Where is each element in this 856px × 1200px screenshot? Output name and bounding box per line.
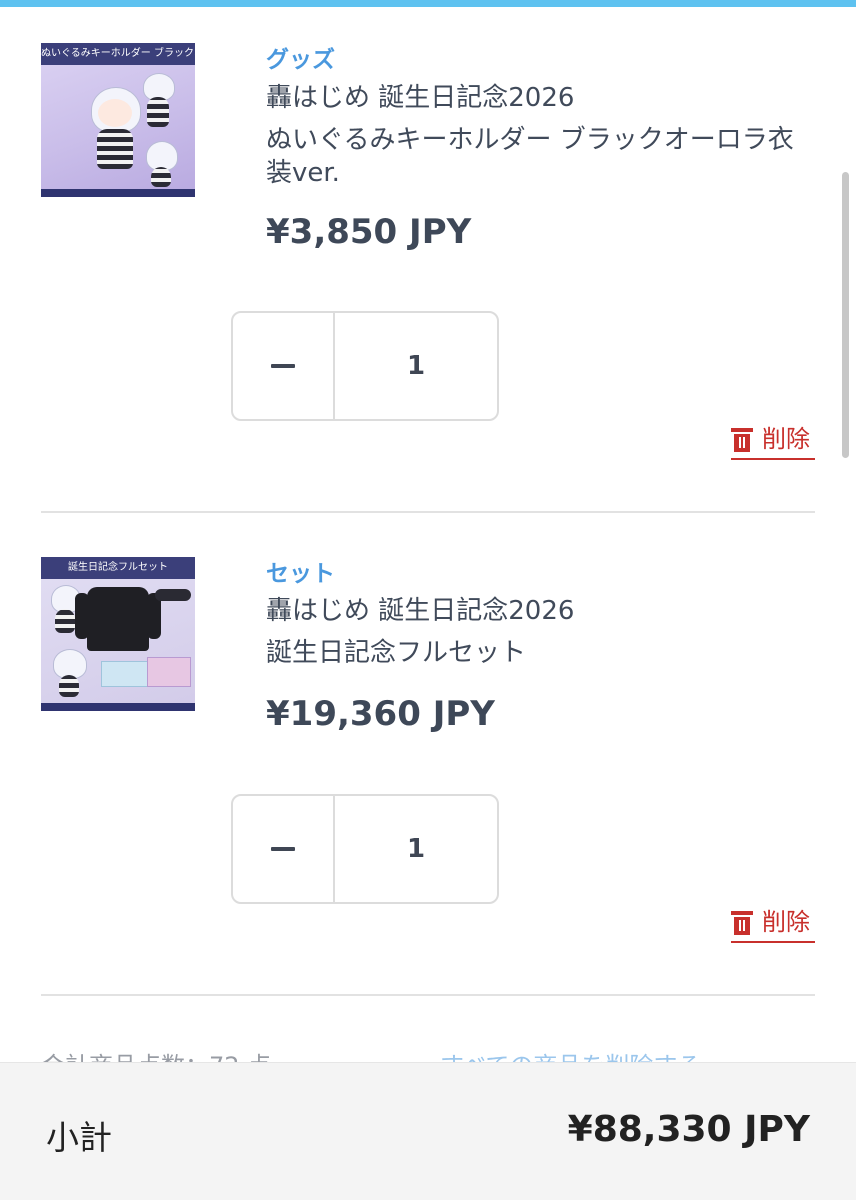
subtotal-label: 小計 — [46, 1118, 112, 1157]
quantity-stepper — [231, 794, 499, 904]
plush-keychain-image — [49, 649, 89, 701]
product-thumbnail[interactable]: ぬいぐるみキーホルダー ブラックオーロラ衣装ver. — [41, 43, 195, 197]
minus-icon — [271, 847, 295, 851]
decrement-button[interactable] — [233, 313, 335, 419]
item-category: グッズ — [266, 47, 335, 73]
item-title-line2: ぬいぐるみキーホルダー ブラックオーロラ衣装ver. — [266, 125, 794, 188]
quantity-input[interactable] — [335, 796, 497, 902]
item-title[interactable]: 轟はじめ 誕生日記念2026 誕生日記念フルセット — [266, 595, 806, 670]
trash-icon — [731, 911, 753, 935]
divider — [41, 994, 815, 996]
scrollbar-thumb[interactable] — [842, 172, 849, 458]
delete-label: 削除 — [762, 425, 810, 453]
item-price: ¥19,360 JPY — [266, 694, 495, 734]
product-thumbnail[interactable]: 誕生日記念フルセット — [41, 557, 195, 711]
plush-back-image — [145, 141, 178, 189]
item-title-line2: 誕生日記念フルセット — [266, 638, 527, 668]
subtotal-value: ¥88,330 JPY — [567, 1109, 810, 1150]
item-title-line1: 轟はじめ 誕生日記念2026 — [266, 83, 575, 113]
plush-side-image — [141, 73, 175, 129]
delete-button[interactable]: 削除 — [731, 422, 815, 460]
item-title[interactable]: 轟はじめ 誕生日記念2026 ぬいぐるみキーホルダー ブラックオーロラ衣装ver… — [266, 82, 806, 190]
card-image — [101, 661, 151, 687]
quantity-input[interactable] — [335, 313, 497, 419]
item-title-line1: 轟はじめ 誕生日記念2026 — [266, 596, 575, 626]
card-image — [147, 657, 191, 687]
trash-icon — [731, 428, 753, 452]
item-category: セット — [266, 561, 335, 587]
decrement-button[interactable] — [233, 796, 335, 902]
minus-icon — [271, 364, 295, 368]
jacket-image — [75, 587, 161, 651]
thumbnail-header: 誕生日記念フルセット — [41, 557, 195, 579]
thumbnail-header: ぬいぐるみキーホルダー ブラックオーロラ衣装ver. — [41, 43, 195, 65]
choker-image — [155, 589, 191, 601]
top-accent-bar — [0, 0, 856, 7]
subtotal-footer: 小計 ¥88,330 JPY — [0, 1062, 856, 1200]
divider — [41, 511, 815, 513]
delete-label: 削除 — [762, 908, 810, 936]
delete-button[interactable]: 削除 — [731, 905, 815, 943]
item-price: ¥3,850 JPY — [266, 212, 472, 252]
quantity-stepper — [231, 311, 499, 421]
plush-figure-image — [85, 87, 145, 187]
